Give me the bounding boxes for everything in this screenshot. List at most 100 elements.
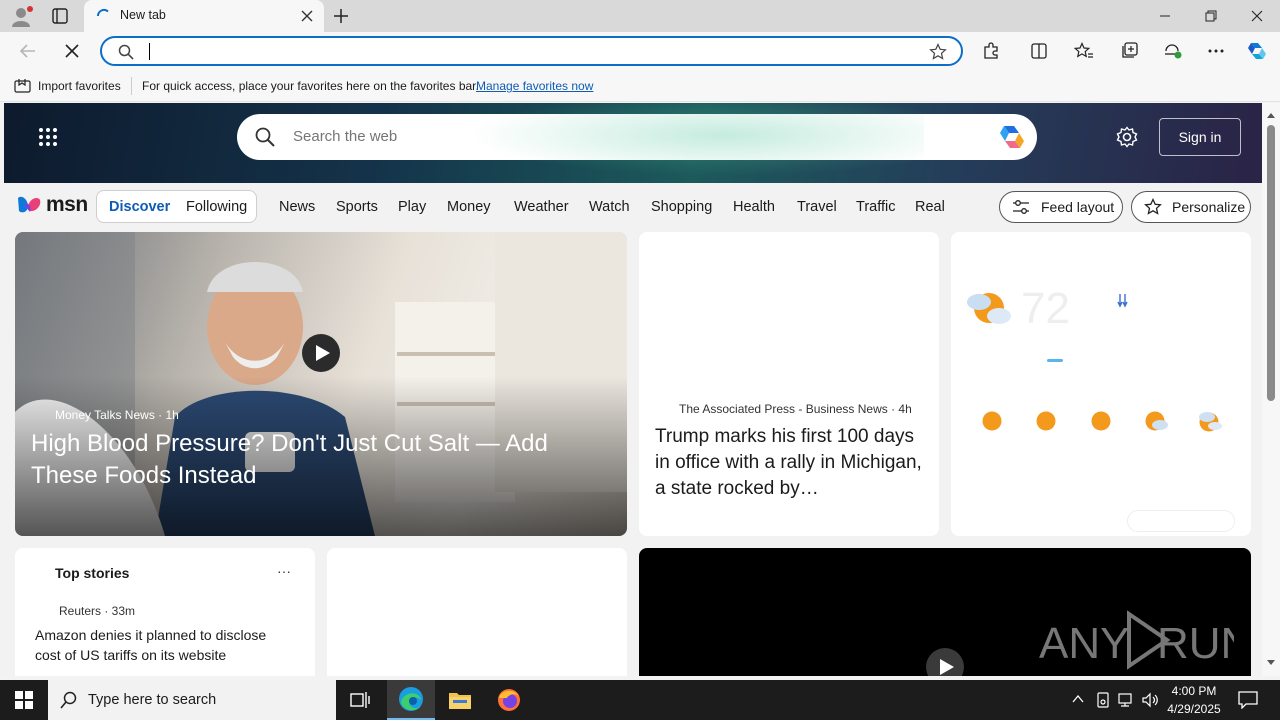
nav-traffic[interactable]: Traffic <box>856 199 895 215</box>
video-card[interactable]: ANY RUN <box>639 548 1251 676</box>
sliders-icon <box>1013 200 1029 214</box>
favorite-star-icon[interactable] <box>929 43 947 61</box>
personalize-label: Personalize <box>1172 199 1246 215</box>
top-story-title[interactable]: Amazon denies it planned to disclose cos… <box>35 625 295 665</box>
favbar-divider <box>131 77 132 95</box>
play-icon[interactable] <box>301 333 341 373</box>
stop-loading-icon[interactable] <box>60 39 84 63</box>
sun-icon <box>1090 410 1112 432</box>
manage-favorites-link[interactable]: Manage favorites now <box>476 79 593 93</box>
sign-in-button[interactable]: Sign in <box>1159 118 1241 156</box>
more-menu-icon[interactable] <box>1204 39 1228 63</box>
back-icon[interactable] <box>16 39 40 63</box>
msn-header-banner: Sign in <box>4 103 1262 183</box>
tab-following[interactable]: Following <box>186 199 247 215</box>
play-icon[interactable] <box>925 647 965 676</box>
personalize-button[interactable]: Personalize <box>1131 191 1251 223</box>
edge-taskbar-icon[interactable] <box>387 680 435 720</box>
close-window-button[interactable] <box>1234 0 1280 32</box>
hero-source: Money Talks News · 1h <box>55 408 179 422</box>
nav-news[interactable]: News <box>279 199 315 215</box>
notifications-icon[interactable] <box>1238 691 1258 709</box>
new-tab-button[interactable] <box>332 7 350 25</box>
top-stories-heading: Top stories <box>55 565 130 581</box>
loading-card <box>327 548 627 676</box>
top-stories-card: Top stories ··· Reuters · 33m Amazon den… <box>15 548 315 676</box>
nav-travel[interactable]: Travel <box>797 199 837 215</box>
nav-weather[interactable]: Weather <box>514 199 569 215</box>
clock-date[interactable]: 4/29/2025 <box>1164 702 1224 716</box>
browser-toolbar <box>0 32 1280 70</box>
file-explorer-icon[interactable] <box>448 690 472 710</box>
windows-start-icon[interactable] <box>15 691 33 709</box>
nav-money[interactable]: Money <box>447 199 491 215</box>
personalize-star-icon <box>1144 198 1162 215</box>
favorites-icon[interactable] <box>1072 39 1096 63</box>
weather-temperature: 72 <box>1021 284 1070 333</box>
partly-cloudy-icon <box>1197 409 1223 433</box>
hero-story-card[interactable]: Money Talks News · 1h High Blood Pressur… <box>15 232 627 536</box>
tab-actions-icon[interactable] <box>52 8 68 24</box>
page-scrollbar[interactable] <box>1262 103 1280 676</box>
nav-play[interactable]: Play <box>398 199 426 215</box>
taskbar-search-box[interactable]: Type here to search <box>48 680 336 720</box>
tab-new-tab[interactable]: New tab <box>84 0 324 32</box>
nav-real-estate[interactable]: Real E <box>915 199 949 215</box>
collections-icon[interactable] <box>1117 39 1141 63</box>
msn-logo[interactable]: msn <box>16 193 88 217</box>
hero-title[interactable]: High Blood Pressure? Don't Just Cut Salt… <box>31 428 591 492</box>
import-favorites-button[interactable]: Import favorites <box>38 79 121 93</box>
svg-text:RUN: RUN <box>1157 619 1234 668</box>
network-icon[interactable] <box>1118 692 1134 708</box>
import-favorites-icon <box>14 78 32 94</box>
title-bar: New tab <box>0 0 1280 32</box>
address-input[interactable] <box>148 43 908 61</box>
svg-text:ANY: ANY <box>1039 619 1129 668</box>
apps-grid-icon[interactable] <box>38 127 58 147</box>
sun-icon <box>981 410 1003 432</box>
split-screen-icon[interactable] <box>1027 39 1051 63</box>
msn-search-box[interactable] <box>237 114 1037 160</box>
scroll-thumb[interactable] <box>1267 125 1275 401</box>
settings-gear-icon[interactable] <box>1116 126 1138 148</box>
copilot-icon[interactable] <box>997 123 1027 151</box>
nav-sports[interactable]: Sports <box>336 199 378 215</box>
favorites-bar: Import favorites For quick access, place… <box>0 70 1280 102</box>
loading-icon <box>96 8 112 24</box>
msn-search-input[interactable] <box>293 128 933 145</box>
volume-icon[interactable] <box>1142 692 1160 708</box>
weather-footer-placeholder <box>1127 510 1235 532</box>
windows-taskbar: Type here to search 4:00 PM 4/29/2025 <box>0 680 1280 720</box>
search-icon <box>60 691 78 709</box>
top-stories-more-icon[interactable]: ··· <box>277 563 291 579</box>
story-card[interactable]: The Associated Press - Business News · 4… <box>639 232 939 536</box>
extensions-icon[interactable] <box>979 39 1003 63</box>
firefox-icon[interactable] <box>497 688 521 712</box>
restore-button[interactable] <box>1188 0 1234 32</box>
profile-icon[interactable] <box>10 5 34 27</box>
partly-cloudy-icon <box>1143 409 1169 433</box>
address-bar[interactable] <box>100 36 963 66</box>
nav-watch[interactable]: Watch <box>589 199 630 215</box>
scroll-down-icon[interactable] <box>1266 659 1276 667</box>
scroll-up-icon[interactable] <box>1266 111 1276 119</box>
weather-card[interactable]: 72 <box>951 232 1251 536</box>
story-source: The Associated Press - Business News · 4… <box>679 402 912 416</box>
nav-health[interactable]: Health <box>733 199 775 215</box>
minimize-button[interactable] <box>1142 0 1188 32</box>
close-tab-icon[interactable] <box>300 9 314 23</box>
sun-icon <box>1035 410 1057 432</box>
feed-layout-button[interactable]: Feed layout <box>999 191 1123 223</box>
msn-nav-row: msn Discover Following News Sports Play … <box>4 183 1262 229</box>
tab-discover[interactable]: Discover <box>109 199 170 215</box>
tab-title: New tab <box>120 8 166 22</box>
clock-time[interactable]: 4:00 PM <box>1164 684 1224 698</box>
story-title[interactable]: Trump marks his first 100 days in office… <box>655 424 927 502</box>
nav-shopping[interactable]: Shopping <box>651 199 712 215</box>
tray-chevron-icon[interactable] <box>1072 694 1084 704</box>
performance-icon[interactable] <box>1161 39 1185 63</box>
tray-device-icon[interactable] <box>1096 692 1110 708</box>
task-view-icon[interactable] <box>350 690 370 710</box>
copilot-icon[interactable] <box>1245 39 1269 63</box>
partly-cloudy-icon <box>965 284 1013 328</box>
